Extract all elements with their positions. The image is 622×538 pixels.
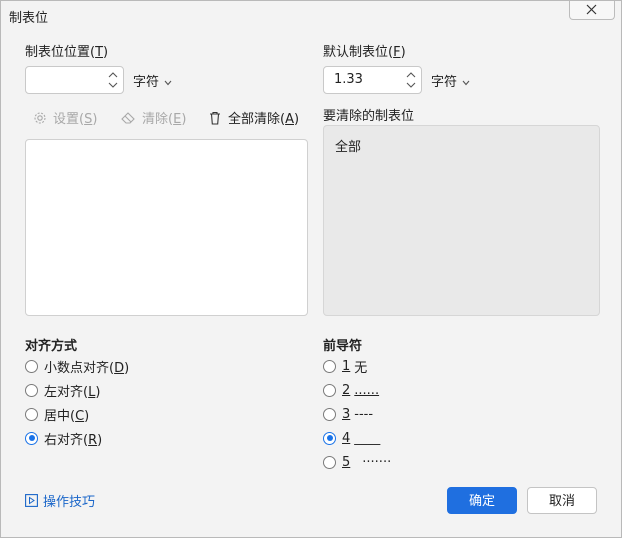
eraser-icon bbox=[121, 112, 135, 124]
play-icon bbox=[25, 494, 38, 507]
radio-circle bbox=[323, 359, 336, 373]
close-button[interactable] bbox=[569, 1, 615, 20]
clear-all-button[interactable]: 全部清除(A) bbox=[208, 108, 299, 127]
close-icon bbox=[586, 4, 597, 15]
radio-circle bbox=[25, 383, 38, 397]
leader-5-radio[interactable]: 5 ······· bbox=[323, 453, 391, 471]
tab-stops-dialog: 制表位 制表位位置(T) 字符 默认制表位(F) 1.33 字符 设置(S) 清… bbox=[0, 0, 622, 538]
tab-position-label: 制表位位置(T) bbox=[25, 45, 109, 60]
chevron-down-icon bbox=[164, 80, 172, 85]
spinner-arrows-icon[interactable] bbox=[405, 69, 417, 91]
to-clear-box: 全部 bbox=[323, 125, 600, 316]
default-tab-value: 1.33 bbox=[334, 72, 363, 87]
radio-circle bbox=[323, 455, 336, 469]
leader-1-radio[interactable]: 1 无 bbox=[323, 357, 367, 376]
tab-stop-list[interactable] bbox=[25, 139, 308, 316]
ok-button[interactable]: 确定 bbox=[447, 487, 517, 514]
default-tab-unit-dropdown[interactable]: 字符 bbox=[431, 71, 470, 90]
align-right-radio[interactable]: 右对齐(R) bbox=[25, 429, 102, 448]
radio-circle bbox=[323, 407, 336, 421]
radio-circle bbox=[25, 407, 38, 421]
leader-4-radio[interactable]: 4 ____ bbox=[323, 429, 380, 447]
align-left-radio[interactable]: 左对齐(L) bbox=[25, 381, 100, 400]
leader-2-radio[interactable]: 2 ...... bbox=[323, 381, 379, 399]
window-title: 制表位 bbox=[9, 11, 49, 26]
radio-circle bbox=[323, 383, 336, 397]
set-button[interactable]: 设置(S) bbox=[33, 108, 97, 127]
radio-circle bbox=[25, 431, 38, 445]
default-tab-input[interactable]: 1.33 bbox=[323, 66, 422, 94]
default-tab-label: 默认制表位(F) bbox=[323, 45, 406, 60]
tab-position-unit-dropdown[interactable]: 字符 bbox=[133, 71, 172, 90]
alignment-title: 对齐方式 bbox=[25, 339, 78, 354]
trash-icon bbox=[210, 111, 220, 125]
leader-3-radio[interactable]: 3 ---- bbox=[323, 405, 373, 423]
to-clear-value: 全部 bbox=[335, 140, 362, 155]
leader-title: 前导符 bbox=[323, 339, 363, 354]
radio-circle bbox=[323, 431, 336, 445]
to-clear-label: 要清除的制表位 bbox=[323, 109, 415, 124]
gear-icon bbox=[34, 111, 46, 124]
cancel-button[interactable]: 取消 bbox=[527, 487, 597, 514]
radio-circle bbox=[25, 359, 38, 373]
clear-button[interactable]: 清除(E) bbox=[121, 108, 186, 127]
spinner-arrows-icon[interactable] bbox=[107, 69, 119, 91]
align-decimal-radio[interactable]: 小数点对齐(D) bbox=[25, 357, 129, 376]
title-bar: 制表位 bbox=[1, 1, 621, 31]
chevron-down-icon bbox=[462, 80, 470, 85]
tab-position-input[interactable] bbox=[25, 66, 124, 94]
align-center-radio[interactable]: 居中(C) bbox=[25, 405, 89, 424]
tips-link[interactable]: 操作技巧 bbox=[25, 491, 95, 510]
